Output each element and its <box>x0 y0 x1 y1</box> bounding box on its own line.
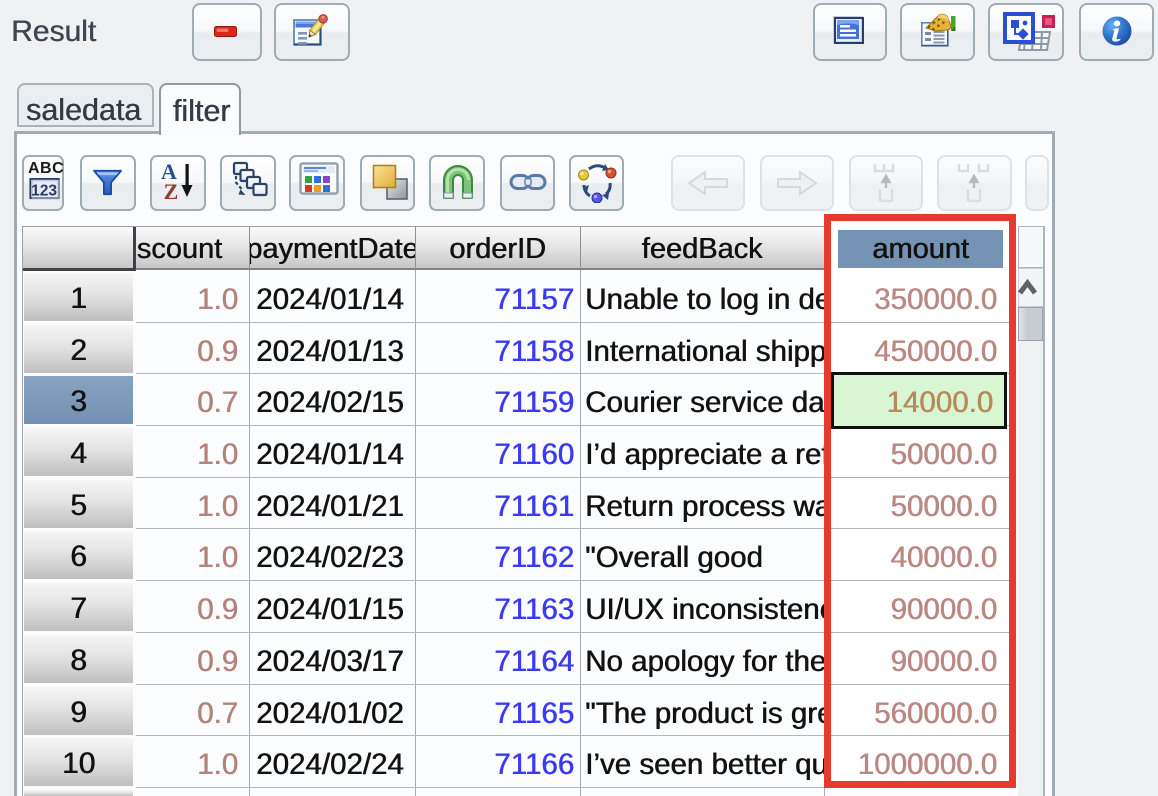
svg-text:123: 123 <box>31 182 57 199</box>
